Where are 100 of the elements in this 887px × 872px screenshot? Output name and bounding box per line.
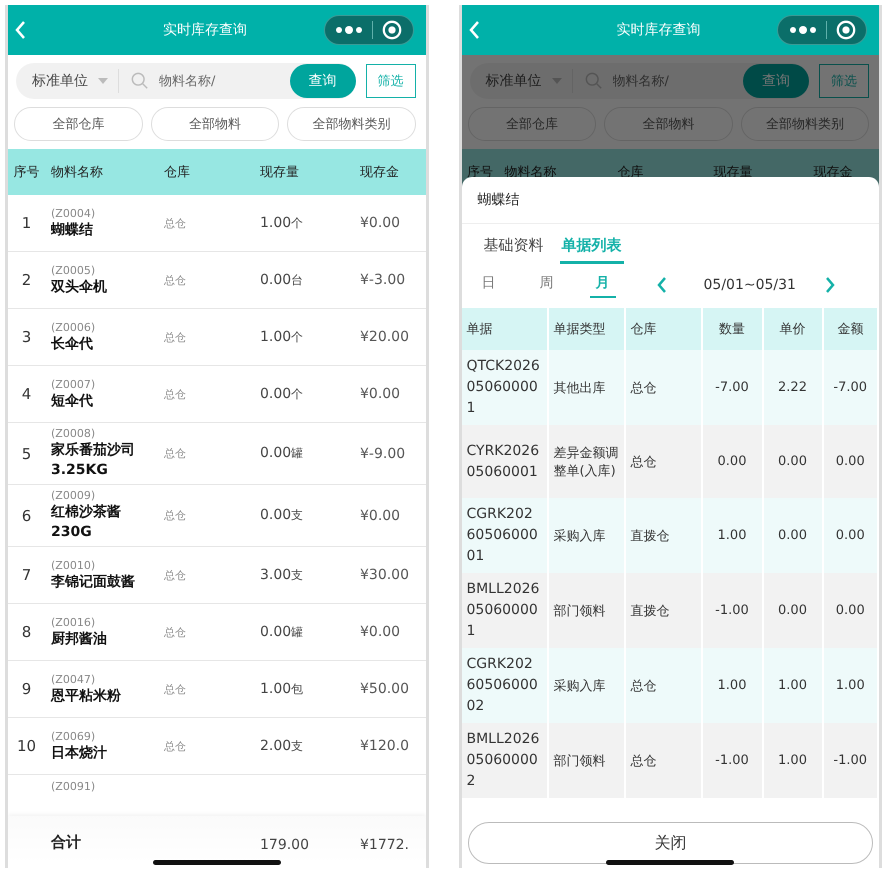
warehouse-text: 总仓 xyxy=(163,216,187,230)
unit-select[interactable]: 标准单位 xyxy=(16,72,108,90)
warehouse-text: 总仓 xyxy=(163,738,187,754)
amount-text: ¥50.00 xyxy=(360,681,410,697)
table-row[interactable]: 2 (Z0005) 双头伞机 总仓 0.00台 ¥-3.00 xyxy=(8,252,426,309)
quantity-text: 0.00罐 xyxy=(260,445,304,462)
tab[interactable]: 基础资料 xyxy=(482,234,546,264)
row-number: 10 xyxy=(16,737,38,755)
item-name: 短伞代 xyxy=(51,392,94,410)
more-icon[interactable] xyxy=(788,25,816,35)
date-range: 05/01~05/31 xyxy=(704,277,796,293)
table-cell: -1.00 xyxy=(702,723,764,798)
row-number: 9 xyxy=(20,680,32,698)
column-header: 仓库 xyxy=(163,164,191,181)
table-row[interactable]: 7 (Z0010) 李锦记面鼓酱 总仓 3.00支 ¥30.00 xyxy=(8,547,426,604)
row-number: 8 xyxy=(20,623,32,641)
quantity-text: 2.00支 xyxy=(260,738,304,754)
warehouse-text: 总仓 xyxy=(163,446,187,461)
page-title: 实时库存查询 xyxy=(162,21,248,39)
search-icon xyxy=(131,72,149,90)
item-name: 长伞代 xyxy=(51,334,94,354)
warehouse-text: 总仓 xyxy=(163,386,187,402)
column-header: 物料名称 xyxy=(50,164,104,181)
amount-text: ¥-3.00 xyxy=(360,272,406,288)
item-name: 恩平粘米粉 xyxy=(51,686,122,706)
table-cell: 1.00 xyxy=(764,723,824,798)
warehouse-text: 总仓 xyxy=(163,508,187,523)
table-row[interactable]: 4 (Z0007) 短伞代 总仓 0.00个 ¥0.00 xyxy=(8,366,426,423)
quantity-text: 0.00个 xyxy=(260,386,304,402)
period-tab[interactable]: 日 xyxy=(482,272,504,298)
search-field[interactable]: 物料名称/ xyxy=(159,74,239,88)
item-code: (Z0008) xyxy=(51,427,96,440)
table-row[interactable]: 9 (Z0047) 恩平粘米粉 总仓 1.00包 ¥50.00 xyxy=(8,661,426,718)
table-row[interactable]: 8 (Z0016) 厨邦酱油 总仓 0.00罐 ¥0.00 xyxy=(8,604,426,661)
item-name: 李锦记面鼓酱 xyxy=(51,572,136,592)
table-row[interactable]: 6 (Z0009) 红棉沙茶酱230G 总仓 0.00支 ¥0.00 xyxy=(8,485,426,547)
item-code: (Z0004) xyxy=(51,206,96,220)
quantity-text: 3.00支 xyxy=(260,566,304,584)
table-row[interactable]: 1 (Z0004) 蝴蝶结 总仓 1.00个 ¥0.00 xyxy=(8,195,426,252)
more-icon[interactable] xyxy=(335,25,363,35)
item-code: (Z0009) xyxy=(51,489,96,502)
quantity-text: 1.00包 xyxy=(260,680,304,698)
item-code: (Z0007) xyxy=(51,378,96,390)
search-field[interactable]: 物料名称/ xyxy=(612,74,692,88)
quantity-text: 0.00台 xyxy=(260,272,304,288)
row-number: 5 xyxy=(20,444,32,462)
item-code: (Z0047) xyxy=(51,672,96,686)
table-row[interactable]: 5 (Z0008) 家乐番茄沙司3.25KG 总仓 0.00罐 ¥-9.00 xyxy=(8,423,426,485)
total-amount: ¥1772. xyxy=(360,836,410,853)
target-icon[interactable] xyxy=(836,20,856,40)
amount-text: ¥20.00 xyxy=(360,329,410,345)
back-icon[interactable] xyxy=(14,20,26,40)
item-name: 厨邦酱油 xyxy=(51,630,108,648)
row-number: 3 xyxy=(20,328,32,346)
row-number: 4 xyxy=(20,385,32,403)
row-number: 6 xyxy=(20,506,32,524)
next-icon[interactable] xyxy=(824,275,836,295)
amount-text: ¥0.00 xyxy=(360,624,402,640)
warehouse-text: 总仓 xyxy=(163,272,187,288)
quantity-text: 1.00个 xyxy=(260,214,304,232)
quantity-text: 0.00罐 xyxy=(260,624,304,640)
document-link[interactable]: BMLL2026050600002 xyxy=(462,723,548,798)
period-tab[interactable]: 周 xyxy=(534,272,560,298)
amount-text: ¥0.00 xyxy=(360,508,402,524)
sheet-title: 蝴蝶结 xyxy=(462,177,879,224)
amount-text: ¥30.00 xyxy=(360,567,410,583)
row-number: 2 xyxy=(20,271,32,289)
quantity-text: 1.00个 xyxy=(260,328,304,346)
table-cell: -1.00 xyxy=(824,723,879,798)
filter-chip[interactable]: 全部物料类别 xyxy=(287,107,416,141)
amount-text: ¥120.0 xyxy=(360,738,410,754)
warehouse-text: 总仓 xyxy=(163,330,187,344)
column-header: 现存量 xyxy=(260,164,300,181)
table-row[interactable]: 3 (Z0006) 长伞代 总仓 1.00个 ¥20.00 xyxy=(8,309,426,366)
table-row[interactable]: 10 (Z0069) 日本烧汁 总仓 2.00支 ¥120.0 xyxy=(8,718,426,775)
caret-icon xyxy=(98,78,108,84)
table-cell: 总仓 xyxy=(626,723,702,798)
page-title: 实时库存查询 xyxy=(615,21,702,39)
item-code: (Z0091) xyxy=(50,780,96,793)
warehouse-text: 总仓 xyxy=(163,682,187,696)
total-label: 合计 xyxy=(50,832,82,852)
filter-chip[interactable]: 全部仓库 xyxy=(14,107,142,141)
item-code: (Z0006) xyxy=(51,320,96,334)
item-name: 双头伞机 xyxy=(51,278,108,296)
close-button[interactable]: 关闭 xyxy=(468,822,873,864)
row-number: 1 xyxy=(20,214,32,232)
target-icon[interactable] xyxy=(382,20,402,40)
amount-text: ¥-9.00 xyxy=(360,446,406,462)
column-header: 序号 xyxy=(12,164,40,181)
previous-icon[interactable] xyxy=(656,275,668,295)
amount-text: ¥0.00 xyxy=(360,215,402,231)
item-code: (Z0069) xyxy=(51,730,96,742)
amount-text: ¥0.00 xyxy=(360,386,402,402)
quantity-text: 0.00支 xyxy=(260,507,304,524)
filter-chip[interactable]: 全部物料 xyxy=(150,107,279,141)
item-name: 红棉沙茶酱230G xyxy=(51,503,122,542)
search-icon xyxy=(584,72,602,90)
item-name: 日本烧汁 xyxy=(51,744,108,762)
back-icon[interactable] xyxy=(468,20,480,40)
item-code: (Z0010) xyxy=(51,558,96,572)
